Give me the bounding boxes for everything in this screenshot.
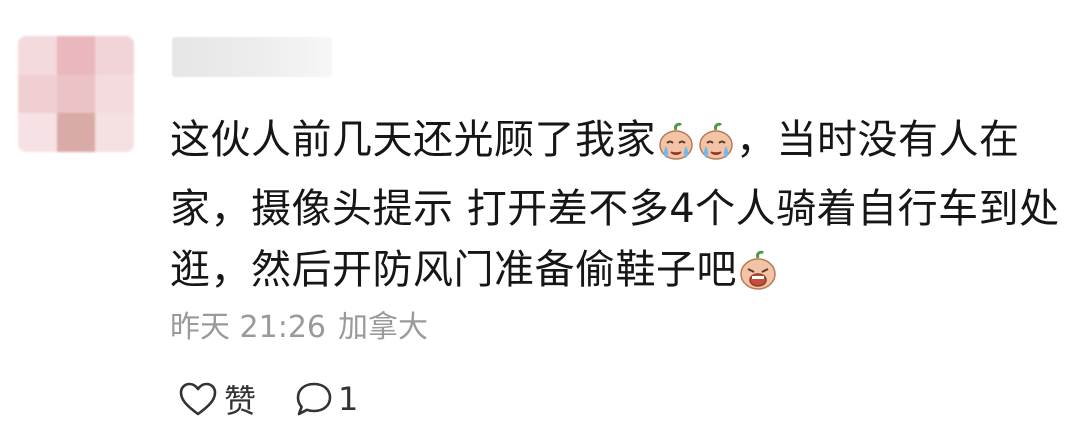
timestamp: 昨天 21:26 — [170, 310, 326, 345]
crying-face-emoji — [738, 248, 778, 309]
comment-text: 这伙人前几天还光顾了我家 ，当时没有人在家，摄像头提示 打开差不多4个人骑着自行车… — [170, 110, 1070, 309]
comment-text-line2: 家，摄像头提示 打开差不多4个人骑着自行车到处 — [170, 186, 1060, 232]
crying-emoji — [697, 118, 735, 179]
comment-text-line3: 逛，然后开防风门准备偷鞋子吧 — [170, 247, 737, 293]
comment-bubble-icon — [296, 382, 332, 416]
crying-emoji — [657, 118, 695, 179]
comment-text-line1: 这伙人前几天还光顾了我家 — [170, 117, 656, 163]
heart-icon — [179, 382, 217, 416]
comment-actions: 赞 1 — [178, 376, 358, 422]
username[interactable] — [172, 37, 332, 77]
like-label: 赞 — [224, 382, 257, 420]
comment-text-line1-rest: ，当时没有人在 — [736, 117, 1020, 163]
reply-button[interactable]: 1 — [294, 380, 358, 418]
like-button[interactable]: 赞 — [178, 376, 256, 422]
location: 加拿大 — [338, 310, 428, 345]
avatar[interactable] — [18, 36, 134, 152]
reply-count: 1 — [338, 380, 359, 418]
comment-meta: 昨天 21:26 加拿大 — [170, 308, 428, 348]
